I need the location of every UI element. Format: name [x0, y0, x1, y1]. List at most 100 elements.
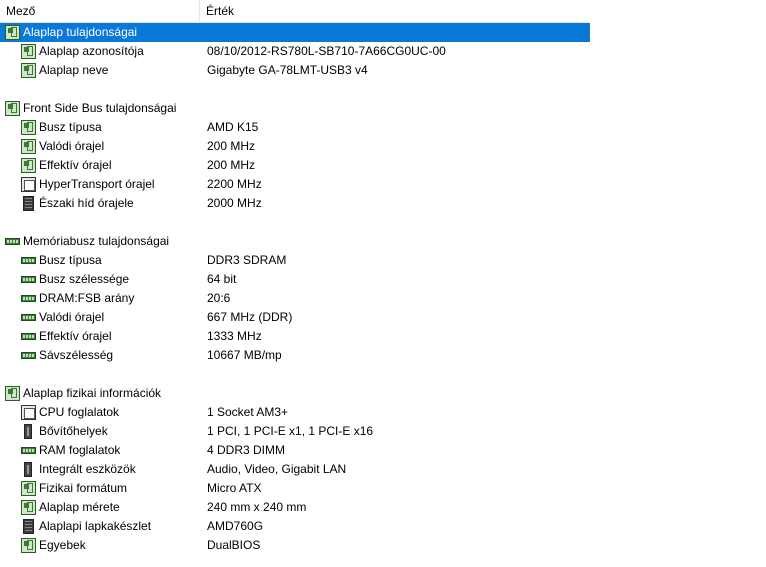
motherboard-icon	[21, 44, 36, 59]
memory-icon	[21, 314, 36, 321]
group-header-row[interactable]: Memóriabusz tulajdonságai	[0, 232, 590, 251]
memory-icon	[21, 257, 36, 264]
motherboard-icon	[21, 158, 36, 173]
column-header-value[interactable]: Érték	[200, 0, 590, 22]
property-row[interactable]: Alaplap mérete 240 mm x 240 mm	[0, 498, 590, 517]
property-name: Fizikai formátum	[39, 481, 128, 495]
chip-icon	[23, 519, 34, 534]
property-name: Valódi órajel	[39, 310, 105, 324]
property-name: Effektív órajel	[39, 329, 112, 343]
property-name: Alaplap neve	[39, 63, 109, 77]
property-value: DualBIOS	[207, 538, 261, 552]
property-name: Bővítőhelyek	[39, 424, 108, 438]
expansion-slot-icon	[24, 462, 32, 477]
motherboard-icon	[5, 386, 20, 401]
motherboard-icon	[21, 538, 36, 553]
memory-icon	[21, 295, 36, 302]
property-value: 1333 MHz	[207, 329, 262, 343]
property-value: Gigabyte GA-78LMT-USB3 v4	[207, 63, 368, 77]
property-value: 08/10/2012-RS780L-SB710-7A66CG0UC-00	[207, 44, 446, 58]
property-value: 2200 MHz	[207, 177, 262, 191]
property-row[interactable]: RAM foglalatok 4 DDR3 DIMM	[0, 441, 590, 460]
property-row[interactable]: Északi híd órajele 2000 MHz	[0, 194, 590, 213]
property-name: Busz szélessége	[39, 272, 130, 286]
property-name: Északi híd órajele	[39, 196, 134, 210]
property-name: HyperTransport órajel	[39, 177, 155, 191]
property-row[interactable]: Fizikai formátum Micro ATX	[0, 479, 590, 498]
property-name: Busz típusa	[39, 253, 102, 267]
property-row[interactable]: Sávszélesség 10667 MB/mp	[0, 346, 590, 365]
property-name: Alaplap azonosítója	[39, 44, 144, 58]
property-name: Memóriabusz tulajdonságai	[23, 234, 170, 248]
property-row[interactable]: Effektív órajel 1333 MHz	[0, 327, 590, 346]
property-value: 667 MHz (DDR)	[207, 310, 293, 324]
group-header-row[interactable]: Alaplap fizikai információk	[0, 384, 590, 403]
expansion-slot-icon	[24, 424, 32, 439]
property-value: 2000 MHz	[207, 196, 262, 210]
property-row[interactable]: Busz szélessége 64 bit	[0, 270, 590, 289]
property-value: DDR3 SDRAM	[207, 253, 287, 267]
memory-icon	[21, 447, 36, 454]
property-row[interactable]: Valódi órajel 200 MHz	[0, 137, 590, 156]
motherboard-icon	[21, 63, 36, 78]
memory-icon	[5, 238, 20, 245]
memory-icon	[21, 352, 36, 359]
motherboard-icon	[21, 481, 36, 496]
property-value: AMD760G	[207, 519, 264, 533]
memory-icon	[21, 333, 36, 340]
property-row[interactable]: Busz típusa DDR3 SDRAM	[0, 251, 590, 270]
cpu-socket-icon	[21, 177, 36, 192]
property-value: 200 MHz	[207, 139, 256, 153]
property-row[interactable]: DRAM:FSB arány 20:6	[0, 289, 590, 308]
property-row[interactable]: CPU foglalatok 1 Socket AM3+	[0, 403, 590, 422]
property-name: Egyebek	[39, 538, 86, 552]
property-value: 1 Socket AM3+	[207, 405, 289, 419]
property-row[interactable]: Alaplap neve Gigabyte GA-78LMT-USB3 v4	[0, 61, 590, 80]
property-name: Sávszélesség	[39, 348, 114, 362]
motherboard-icon	[21, 500, 36, 515]
property-name: Integrált eszközök	[39, 462, 136, 476]
column-header-field[interactable]: Mező	[0, 0, 200, 22]
property-value: Micro ATX	[207, 481, 262, 495]
column-header: Mező Érték	[0, 0, 590, 23]
property-value: AMD K15	[207, 120, 259, 134]
property-row[interactable]: Busz típusa AMD K15	[0, 118, 590, 137]
property-row[interactable]: Integrált eszközök Audio, Video, Gigabit …	[0, 460, 590, 479]
property-value: Audio, Video, Gigabit LAN	[207, 462, 347, 476]
property-value: 10667 MB/mp	[207, 348, 282, 362]
cpu-socket-icon	[21, 405, 36, 420]
motherboard-icon	[5, 101, 20, 116]
property-row[interactable]: HyperTransport órajel 2200 MHz	[0, 175, 590, 194]
property-value: 200 MHz	[207, 158, 256, 172]
property-row[interactable]: Valódi órajel 667 MHz (DDR)	[0, 308, 590, 327]
property-name: Front Side Bus tulajdonságai	[23, 101, 177, 115]
property-list: Alaplap tulajdonságai Alaplap azonosítója…	[0, 23, 590, 555]
property-name: Alaplapi lapkakészlet	[39, 519, 152, 533]
property-name: Alaplap mérete	[39, 500, 120, 514]
property-row[interactable]: Egyebek DualBIOS	[0, 536, 590, 555]
property-name: Valódi órajel	[39, 139, 105, 153]
property-name: Alaplap fizikai információk	[23, 386, 162, 400]
motherboard-icon	[21, 120, 36, 135]
property-name: Alaplap tulajdonságai	[23, 25, 138, 39]
property-name: Effektív órajel	[39, 158, 112, 172]
property-row[interactable]: Bővítőhelyek 1 PCI, 1 PCI-E x1, 1 PCI-E x…	[0, 422, 590, 441]
property-row[interactable]: Alaplapi lapkakészlet AMD760G	[0, 517, 590, 536]
group-header-row[interactable]: Front Side Bus tulajdonságai	[0, 99, 590, 118]
property-value: 4 DDR3 DIMM	[207, 443, 286, 457]
motherboard-icon	[5, 25, 20, 40]
property-value: 240 mm x 240 mm	[207, 500, 307, 514]
property-value: 20:6	[207, 291, 231, 305]
property-row[interactable]: Alaplap azonosítója 08/10/2012-RS780L-SB7…	[0, 42, 590, 61]
property-row[interactable]: Effektív órajel 200 MHz	[0, 156, 590, 175]
property-name: CPU foglalatok	[39, 405, 120, 419]
group-header-row[interactable]: Alaplap tulajdonságai	[0, 23, 590, 42]
memory-icon	[21, 276, 36, 283]
property-name: DRAM:FSB arány	[39, 291, 135, 305]
property-value: 64 bit	[207, 272, 237, 286]
property-name: RAM foglalatok	[39, 443, 121, 457]
property-name: Busz típusa	[39, 120, 102, 134]
